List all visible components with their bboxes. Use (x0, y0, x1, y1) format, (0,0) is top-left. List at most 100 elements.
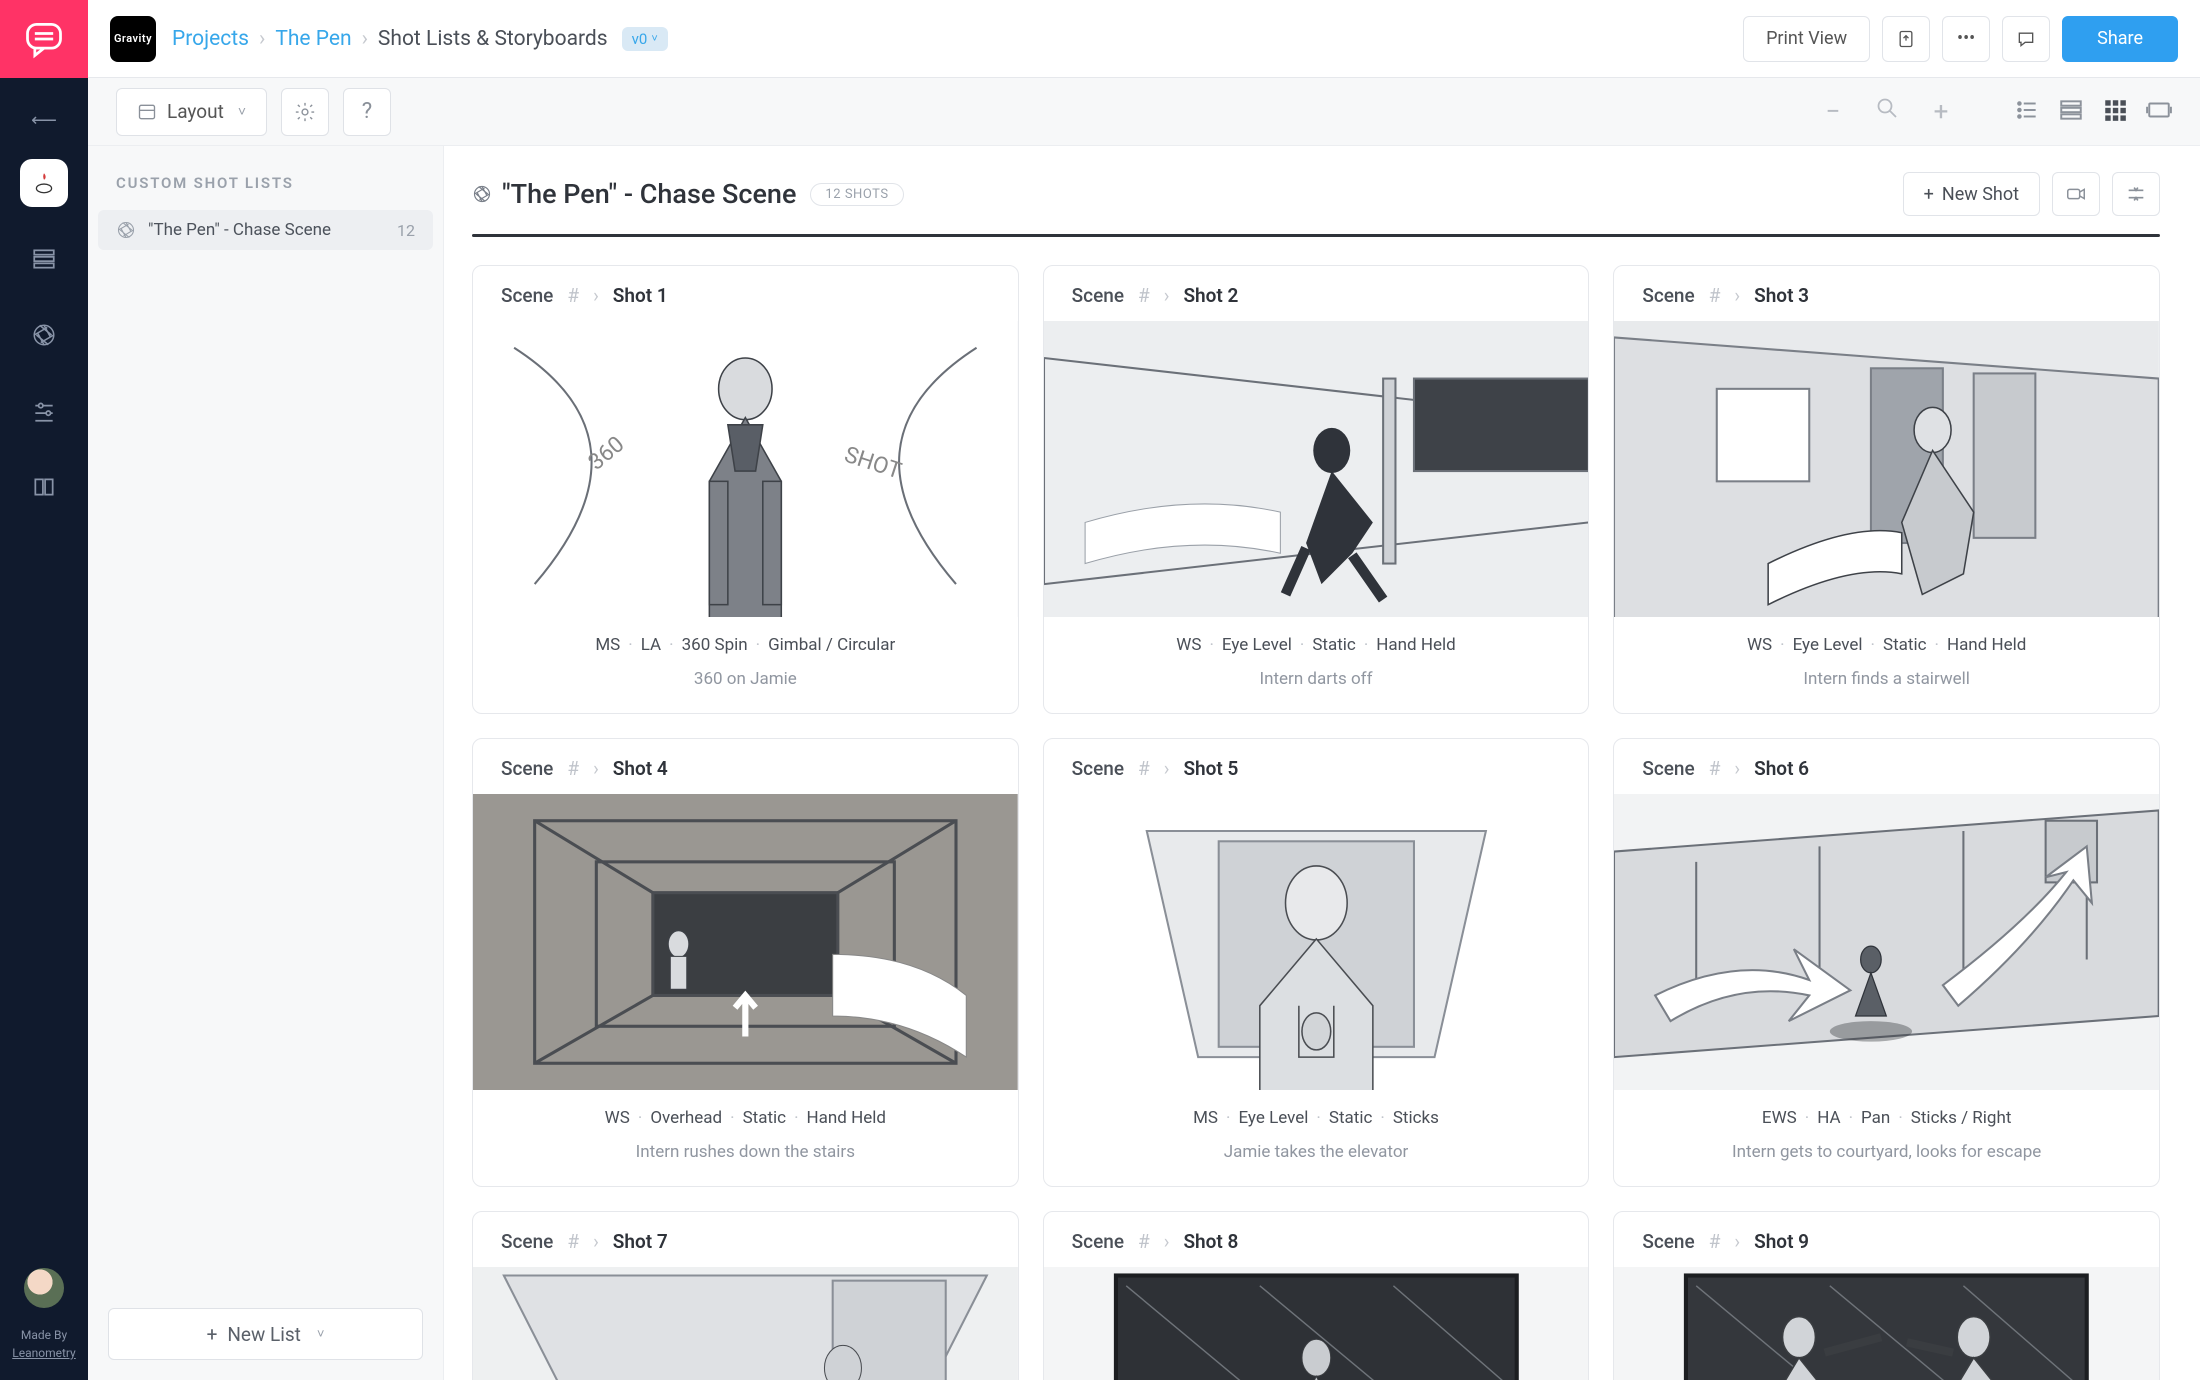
shot-caption: Jamie takes the elevator (1044, 1132, 1589, 1186)
new-list-button[interactable]: + New List ˅ (108, 1308, 423, 1360)
storyboard-frame[interactable] (1614, 794, 2159, 1090)
storyboard-frame[interactable] (1044, 794, 1589, 1090)
shot-label: Shot 9 (1754, 1230, 1809, 1253)
main-content: "The Pen" - Chase Scene 12 SHOTS + New S… (444, 146, 2200, 1380)
view-rows-button[interactable] (2058, 97, 2084, 127)
shot-card[interactable]: Scene#›Shot 9 (1613, 1211, 2160, 1380)
shot-card-header: Scene#›Shot 6 (1614, 739, 2159, 794)
storyboard-frame[interactable] (1614, 1267, 2159, 1380)
shot-caption: Intern finds a stairwell (1614, 659, 2159, 713)
help-button[interactable]: ? (343, 88, 391, 136)
view-slideshow-button[interactable] (2146, 97, 2172, 127)
scene-label: Scene (1072, 284, 1124, 307)
version-badge[interactable]: v0 (622, 27, 668, 51)
storyboard-frame[interactable] (473, 1267, 1018, 1380)
crumb-project[interactable]: The Pen (275, 27, 351, 51)
user-avatar[interactable] (24, 1268, 64, 1308)
rail-item-camera[interactable] (20, 311, 68, 359)
shot-card[interactable]: Scene#›Shot 5MS·Eye Level·Static·SticksJ… (1043, 738, 1590, 1187)
rail-item-docs[interactable] (20, 463, 68, 511)
shot-card-header: Scene#›Shot 9 (1614, 1212, 2159, 1267)
new-list-label: New List (227, 1323, 301, 1346)
export-button[interactable] (1882, 16, 1930, 62)
shot-card-header: Scene#›Shot 2 (1044, 266, 1589, 321)
shot-card[interactable]: Scene#›Shot 8 (1043, 1211, 1590, 1380)
rail-item-lists[interactable] (20, 235, 68, 283)
app-logo[interactable] (0, 0, 88, 78)
scene-label: Scene (1072, 757, 1124, 780)
print-view-button[interactable]: Print View (1743, 16, 1870, 62)
ellipsis-icon: ••• (1957, 28, 1975, 49)
camera-mode-button[interactable] (2052, 172, 2100, 216)
chevron-right-icon: › (259, 27, 265, 51)
shot-card[interactable]: Scene#›Shot 4WS·Overhead·Static·Hand Hel… (472, 738, 1019, 1187)
scene-number-placeholder: # (567, 757, 579, 780)
layout-dropdown[interactable]: Layout (116, 88, 267, 136)
zoom-in-button[interactable]: + (1928, 97, 1954, 127)
gear-icon (294, 101, 316, 123)
crumb-current: Shot Lists & Storyboards (378, 27, 608, 51)
zoom-out-button[interactable]: − (1820, 97, 1846, 127)
made-by-label: Made By (12, 1326, 76, 1344)
made-by-name[interactable]: Leanometry (12, 1344, 76, 1362)
scene-label: Scene (1642, 757, 1694, 780)
shot-label: Shot 4 (613, 757, 668, 780)
view-list-button[interactable] (2014, 97, 2040, 127)
settings-button[interactable] (281, 88, 329, 136)
shot-label: Shot 6 (1754, 757, 1809, 780)
shots-count-badge: 12 SHOTS (810, 183, 903, 206)
scene-label: Scene (501, 284, 553, 307)
breadcrumb: Projects › The Pen › Shot Lists & Storyb… (172, 27, 668, 51)
scene-label: Scene (501, 1230, 553, 1253)
aperture-icon (116, 220, 136, 240)
magnifier-icon[interactable] (1874, 96, 1900, 127)
layout-label: Layout (167, 100, 224, 123)
scene-label: Scene (501, 757, 553, 780)
shot-grid: Scene#›Shot 1360SHOTMS·LA·360 Spin·Gimba… (444, 237, 2200, 1380)
new-shot-button[interactable]: + New Shot (1903, 172, 2040, 216)
shot-specs: WS·Overhead·Static·Hand Held (473, 1090, 1018, 1132)
plus-icon: + (207, 1323, 218, 1346)
back-arrow[interactable]: ⟵ (31, 110, 57, 131)
shot-card[interactable]: Scene#›Shot 6EWS·HA·Pan·Sticks / RightIn… (1613, 738, 2160, 1187)
toggle-info-button[interactable] (2112, 172, 2160, 216)
storyboard-frame[interactable] (1044, 1267, 1589, 1380)
rail-item-sliders[interactable] (20, 387, 68, 435)
shot-card[interactable]: Scene#›Shot 1360SHOTMS·LA·360 Spin·Gimba… (472, 265, 1019, 714)
title-row: "The Pen" - Chase Scene 12 SHOTS + New S… (444, 146, 2200, 216)
shot-card[interactable]: Scene#›Shot 2WS·Eye Level·Static·Hand He… (1043, 265, 1590, 714)
speech-bubble-icon (2016, 29, 2036, 49)
storyboard-frame[interactable]: 360SHOT (473, 321, 1018, 617)
share-button[interactable]: Share (2062, 16, 2178, 62)
shot-specs: MS·LA·360 Spin·Gimbal / Circular (473, 617, 1018, 659)
page-arrow-icon (1896, 29, 1916, 49)
aperture-icon (31, 322, 57, 348)
crumb-projects[interactable]: Projects (172, 27, 249, 51)
scene-number-placeholder: # (1709, 1230, 1721, 1253)
comments-button[interactable] (2002, 16, 2050, 62)
chevron-right-icon: › (1164, 1230, 1170, 1253)
scene-label: Scene (1072, 1230, 1124, 1253)
scene-number-placeholder: # (1709, 757, 1721, 780)
shot-specs: WS·Eye Level·Static·Hand Held (1614, 617, 2159, 659)
shotlist-item-label: "The Pen" - Chase Scene (148, 220, 331, 240)
view-mode-toggle (2014, 97, 2172, 127)
left-rail: ⟵ Made By Leanometry (0, 0, 88, 1380)
shot-card[interactable]: Scene#›Shot 7 (472, 1211, 1019, 1380)
chevron-right-icon: › (1164, 284, 1170, 307)
shotlist-item[interactable]: "The Pen" - Chase Scene 12 (98, 210, 433, 250)
rail-item-storyboard[interactable] (20, 159, 68, 207)
storyboard-frame[interactable] (473, 794, 1018, 1090)
video-camera-icon (2065, 183, 2087, 205)
project-tile[interactable]: Gravity (110, 16, 156, 62)
shot-specs: MS·Eye Level·Static·Sticks (1044, 1090, 1589, 1132)
chevron-right-icon: › (593, 284, 599, 307)
shot-caption: Intern gets to courtyard, looks for esca… (1614, 1132, 2159, 1186)
storyboard-frame[interactable] (1614, 321, 2159, 617)
scene-number-placeholder: # (567, 284, 579, 307)
shot-card[interactable]: Scene#›Shot 3WS·Eye Level·Static·Hand He… (1613, 265, 2160, 714)
more-button[interactable]: ••• (1942, 16, 1990, 62)
storyboard-frame[interactable] (1044, 321, 1589, 617)
scene-label: Scene (1642, 284, 1694, 307)
view-grid-button[interactable] (2102, 97, 2128, 127)
